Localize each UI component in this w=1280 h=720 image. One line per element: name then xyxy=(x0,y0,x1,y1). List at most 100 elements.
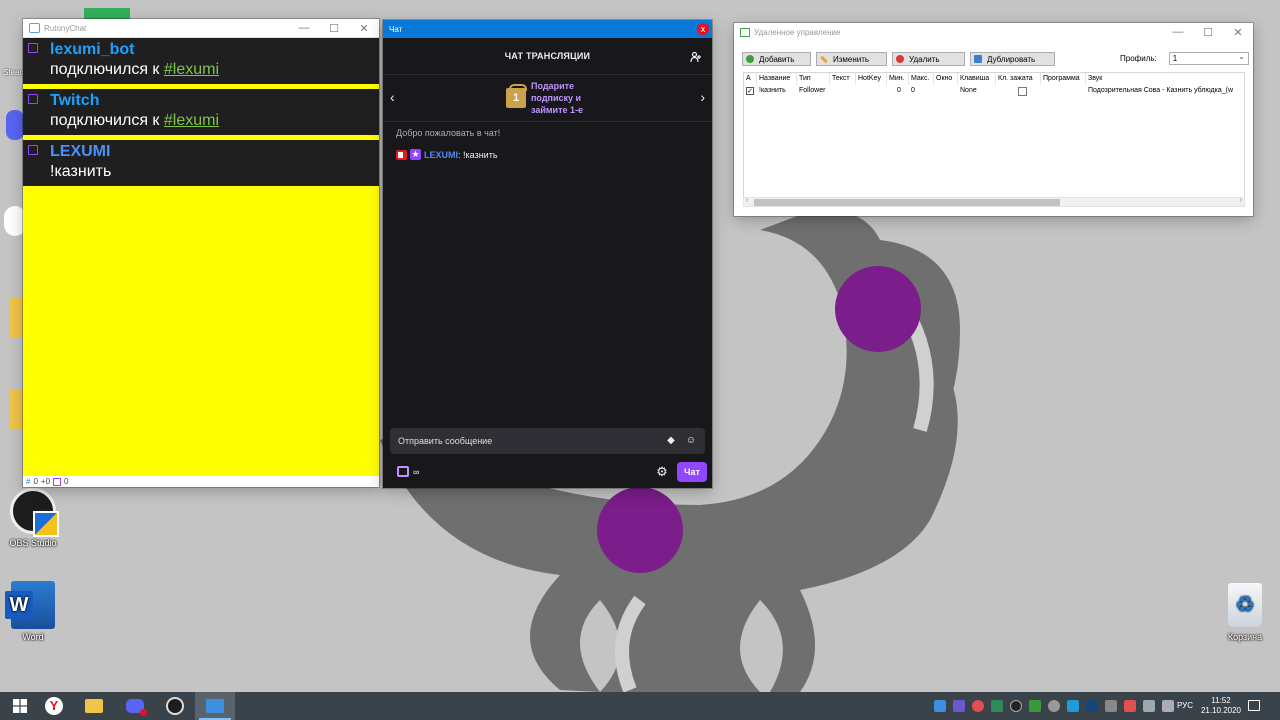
pencil-icon xyxy=(820,55,828,63)
steam-icon[interactable] xyxy=(1086,700,1098,712)
promo-text[interactable]: Подарите подписку и займите 1-е место! xyxy=(531,80,589,116)
column-header[interactable]: Название xyxy=(757,73,797,85)
desktop-icon-obs[interactable]: OBS Studio xyxy=(0,486,66,548)
desktop-icon-folder2-fragment[interactable] xyxy=(0,388,24,434)
gear-icon[interactable]: ⚙ xyxy=(655,465,669,479)
twitch-titlebar[interactable]: Чат x xyxy=(383,20,712,38)
rutony-titlebar[interactable]: RutonyChat — ☐ ✕ xyxy=(23,19,379,37)
chat-send-button[interactable]: Чат xyxy=(677,462,707,482)
desktop-icon-steam-fragment[interactable]: Steam xyxy=(0,56,24,102)
folder-icon xyxy=(10,390,24,430)
taskbar-discord[interactable] xyxy=(115,692,155,720)
nvidia-icon[interactable] xyxy=(1029,700,1041,712)
broadcaster-badge-icon xyxy=(396,149,407,160)
column-header[interactable]: HotKey xyxy=(856,73,887,85)
welcome-message: Добро пожаловать в чат! xyxy=(396,128,501,138)
chevron-left-icon[interactable]: ‹ xyxy=(390,89,395,105)
desktop-icon-discord-fragment[interactable] xyxy=(0,100,24,146)
column-header[interactable]: Окно xyxy=(934,73,958,85)
tray-app-icon[interactable] xyxy=(934,700,946,712)
key-held-checkbox[interactable] xyxy=(1018,87,1027,96)
tray-app-icon[interactable] xyxy=(1105,700,1117,712)
add-button[interactable]: Добавить xyxy=(742,52,811,66)
microphone-icon[interactable] xyxy=(972,700,984,712)
chat-message: Twitch подключился к #lexumi xyxy=(23,89,379,135)
message-nick[interactable]: LEXUMI xyxy=(424,150,458,160)
column-header[interactable]: Кл. зажата xyxy=(996,73,1041,85)
table-row[interactable]: ✓ !казнить Follower 0 0 None Подозритель… xyxy=(744,85,1244,97)
channel-points-button[interactable]: ∞ xyxy=(397,466,419,477)
notifications-icon[interactable] xyxy=(1248,700,1260,711)
column-header[interactable]: Клавиша xyxy=(958,73,996,85)
desktop-icon-folder-fragment[interactable]: Пр xyxy=(0,296,24,342)
obs-tray-icon[interactable] xyxy=(1010,700,1022,712)
message-text: подключился к xyxy=(50,112,164,129)
clock-date: 21.10.2020 xyxy=(1200,706,1242,715)
commands-table: А Название Тип Текст HotKey Мин. Макс. О… xyxy=(743,72,1245,198)
close-button[interactable]: x xyxy=(697,23,709,35)
channel-link[interactable]: #lexumi xyxy=(164,61,219,78)
remote-titlebar[interactable]: Удаленное управление — ☐ ✕ xyxy=(734,23,1253,41)
edit-button[interactable]: Изменить xyxy=(816,52,887,66)
column-header[interactable]: Звук xyxy=(1086,73,1244,85)
scroll-right-icon[interactable]: › xyxy=(1240,197,1242,204)
maximize-button[interactable]: ☐ xyxy=(319,19,349,37)
delete-button[interactable]: Удалить xyxy=(892,52,965,66)
emote-icon[interactable]: ☺ xyxy=(685,435,697,447)
twitch-chat-window: Чат x ЧАТ ТРАНСЛЯЦИИ ‹ 1 Подарите подпис… xyxy=(383,20,712,488)
tray-app-icon[interactable] xyxy=(991,700,1003,712)
volume-icon[interactable] xyxy=(1162,700,1174,712)
taskbar-rutony-chat[interactable] xyxy=(195,692,235,720)
folder-icon xyxy=(85,699,103,713)
cell-window xyxy=(934,85,958,97)
network-icon[interactable] xyxy=(1143,700,1155,712)
profile-select[interactable]: 1 xyxy=(1168,51,1249,65)
tray-app-icon[interactable] xyxy=(953,700,965,712)
tray-app-icon[interactable] xyxy=(1067,700,1079,712)
scrollbar-thumb[interactable] xyxy=(754,199,1060,206)
star-badge-icon: ★ xyxy=(410,149,421,160)
column-header[interactable]: Программа xyxy=(1041,73,1086,85)
twitch-count: 0 xyxy=(64,477,69,486)
chevron-right-icon[interactable]: › xyxy=(700,89,705,105)
minimize-button[interactable]: — xyxy=(289,19,319,37)
cell-type: Follower xyxy=(799,87,826,94)
taskbar-obs-studio[interactable] xyxy=(155,692,195,720)
tray-app-icon[interactable] xyxy=(1124,700,1136,712)
cell-hotkey xyxy=(856,85,887,97)
users-icon[interactable] xyxy=(690,51,702,63)
hash-count: 0 xyxy=(33,477,38,486)
rutony-message-list: lexumi_bot подключился к #lexumi Twitch … xyxy=(23,37,379,186)
column-header[interactable]: А xyxy=(744,73,757,85)
column-header[interactable]: Мин. xyxy=(887,73,909,85)
maximize-button[interactable]: ☐ xyxy=(1193,23,1223,41)
column-header[interactable]: Макс. xyxy=(909,73,934,85)
minimize-button[interactable]: — xyxy=(1163,23,1193,41)
tray-app-icon[interactable] xyxy=(1048,700,1060,712)
column-header[interactable]: Текст xyxy=(830,73,856,85)
message-text: подключился к xyxy=(50,61,164,78)
taskbar-yandex-browser[interactable]: Y xyxy=(34,692,74,720)
taskbar-file-explorer[interactable] xyxy=(74,692,114,720)
duplicate-button[interactable]: Дублировать xyxy=(970,52,1055,66)
scroll-left-icon[interactable]: ‹ xyxy=(746,197,748,204)
desktop-icon-word[interactable]: Word xyxy=(0,580,66,642)
bits-icon[interactable]: ◆ xyxy=(665,435,677,447)
active-checkbox[interactable]: ✓ xyxy=(746,87,754,95)
cell-text xyxy=(830,85,856,97)
chat-input[interactable] xyxy=(398,436,657,446)
channel-link[interactable]: #lexumi xyxy=(164,112,219,129)
duplicate-icon xyxy=(974,55,982,63)
column-header[interactable]: Тип xyxy=(797,73,830,85)
rutony-chat-icon xyxy=(206,699,224,713)
horizontal-scrollbar[interactable]: ‹ › xyxy=(743,197,1245,207)
cell-program xyxy=(1041,85,1086,97)
desktop-icon-app-fragment[interactable] xyxy=(0,200,24,246)
clock[interactable]: 11:52 21.10.2020 xyxy=(1199,696,1243,716)
desktop-icon-recycle-bin[interactable]: ♻ Корзина xyxy=(1212,580,1278,642)
close-button[interactable]: ✕ xyxy=(349,19,379,37)
language-indicator[interactable]: РУС xyxy=(1177,701,1193,710)
profile-label: Профиль: xyxy=(1120,54,1157,63)
obs-icon xyxy=(10,488,59,537)
close-button[interactable]: ✕ xyxy=(1223,23,1253,41)
